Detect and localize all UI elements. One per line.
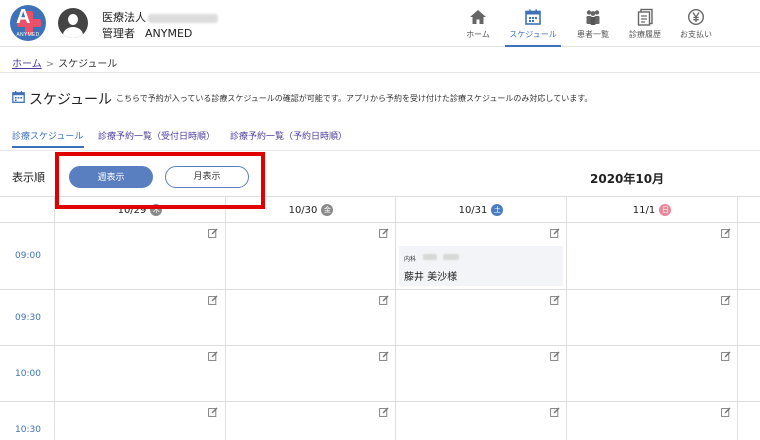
active-tab-indicator	[12, 146, 84, 148]
time-label: 09:30	[15, 313, 41, 323]
user-role: 管理者 ANYMED	[102, 27, 193, 40]
day-header: 10/29 木	[55, 204, 225, 216]
week-view-button[interactable]: 週表示	[69, 166, 153, 188]
edit-icon[interactable]	[379, 407, 389, 417]
home-icon	[470, 10, 486, 24]
edit-icon[interactable]	[721, 228, 731, 238]
day-header: 11/1 日	[567, 204, 737, 216]
edit-icon[interactable]	[208, 228, 218, 238]
month-view-button[interactable]: 月表示	[165, 166, 249, 188]
edit-icon[interactable]	[721, 295, 731, 305]
anymed-logo[interactable]: A ANYMED	[10, 5, 46, 41]
tab-reservations-by-received[interactable]: 診療予約一覧（受付日時順）	[98, 129, 215, 142]
breadcrumb: ホーム > スケジュール	[12, 59, 118, 70]
tab-schedule[interactable]: 診療スケジュール	[12, 129, 83, 142]
appointment-patient-name: 藤井 美沙様	[404, 272, 458, 283]
edit-icon[interactable]	[550, 351, 560, 361]
edit-icon[interactable]	[379, 295, 389, 305]
user-name: ANYMED	[145, 27, 193, 40]
edit-icon[interactable]	[379, 351, 389, 361]
weekday-badge: 木	[150, 204, 163, 216]
edit-icon[interactable]	[379, 228, 389, 238]
nav-schedule[interactable]: スケジュール	[505, 0, 561, 47]
time-label: 10:30	[15, 425, 41, 435]
edit-icon[interactable]	[208, 295, 218, 305]
edit-icon[interactable]	[550, 228, 560, 238]
nav-home[interactable]: ホーム	[450, 0, 506, 47]
nav-payment[interactable]: お支払い	[668, 0, 724, 47]
blurred-text	[443, 254, 459, 260]
edit-icon[interactable]	[721, 407, 731, 417]
app-header: A ANYMED 医療法人 管理者 ANYMED ホーム スケジュール 患者一覧 …	[0, 0, 760, 47]
edit-icon[interactable]	[208, 351, 218, 361]
weekday-badge: 金	[321, 204, 334, 216]
calendar-icon	[525, 9, 541, 25]
blurred-text	[423, 254, 437, 260]
time-label: 09:00	[15, 251, 41, 261]
edit-icon[interactable]	[550, 407, 560, 417]
history-icon	[637, 8, 653, 26]
month-title: 2020年10月	[590, 172, 665, 186]
appointment-department: 内科	[404, 256, 417, 263]
weekday-badge: 日	[659, 204, 672, 216]
divider	[0, 150, 760, 151]
edit-icon[interactable]	[721, 351, 731, 361]
page-description: こちらで予約が入っている診療スケジュールの確認が可能です。アプリから予約を受け付…	[116, 94, 593, 103]
weekday-badge: 土	[491, 204, 504, 216]
day-header: 10/30 金	[226, 204, 396, 216]
appointment-card[interactable]: 内科 藤井 美沙様	[399, 246, 563, 286]
divider	[0, 72, 760, 73]
org-name: 医療法人	[102, 9, 218, 25]
page-title: スケジュール	[29, 92, 113, 108]
blurred-org-name	[148, 13, 218, 23]
patients-icon	[586, 10, 600, 25]
breadcrumb-current: スケジュール	[58, 59, 118, 70]
breadcrumb-home-link[interactable]: ホーム	[12, 59, 42, 70]
display-order-label: 表示順	[12, 171, 45, 184]
nav-patients[interactable]: 患者一覧	[565, 0, 621, 47]
nav-history[interactable]: 診療履歴	[617, 0, 673, 47]
edit-icon[interactable]	[550, 295, 560, 305]
calendar-icon	[12, 91, 25, 103]
time-label: 10:00	[15, 369, 41, 379]
tab-reservations-by-appointment[interactable]: 診療予約一覧（予約日時順）	[230, 129, 347, 142]
yen-icon	[687, 8, 705, 26]
edit-icon[interactable]	[208, 407, 218, 417]
user-avatar[interactable]	[58, 8, 88, 38]
day-header: 10/31 土	[396, 204, 566, 216]
